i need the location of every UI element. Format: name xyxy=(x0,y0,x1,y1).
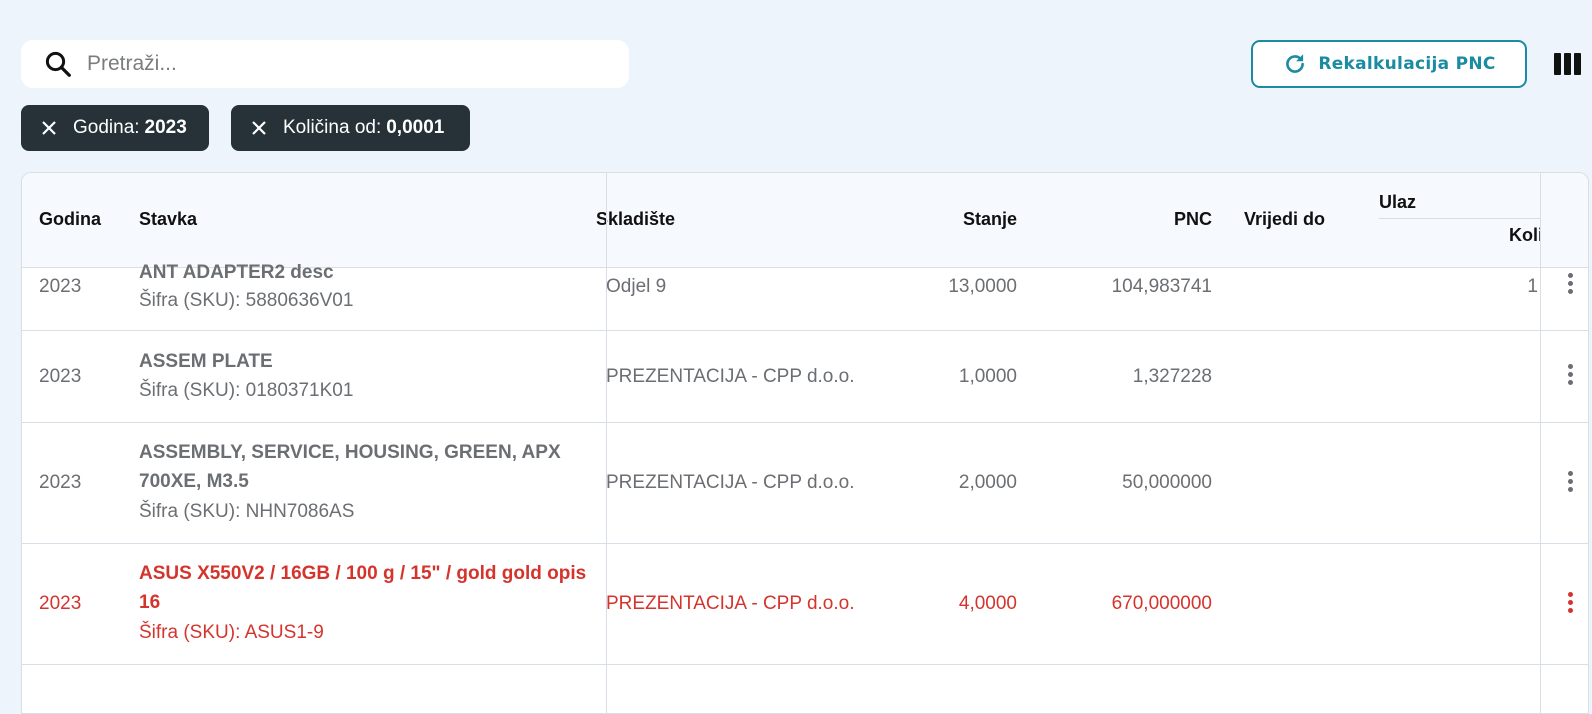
filter-chip-value: 0,0001 xyxy=(386,117,445,138)
cell-pnc: 1,327228 xyxy=(1132,366,1212,387)
table-row[interactable]: 2023 ANT ADAPTER2 desc Šifra (SKU): 5880… xyxy=(22,262,1588,331)
table-row[interactable]: 2023 ASUS X550V2 / 16GB / 100 g / 15" / … xyxy=(22,544,1588,665)
cell-stavka-name: ANT ADAPTER2 desc xyxy=(139,262,334,283)
row-menu-icon[interactable] xyxy=(1568,273,1574,294)
cell-godina: 2023 xyxy=(39,276,82,297)
cell-skladiste: PREZENTACIJA - CPP d.o.o. xyxy=(606,593,855,614)
cell-stavka-sku: Šifra (SKU): 0180371K01 xyxy=(139,380,354,401)
recalculate-pnc-label: Rekalkulacija PNC xyxy=(1318,54,1496,74)
cell-godina: 2023 xyxy=(39,366,82,387)
cell-stavka-sku: Šifra (SKU): NHN7086AS xyxy=(139,501,355,522)
filter-chip-value: 2023 xyxy=(144,117,187,138)
header-ulaz-kolicina[interactable]: Koli xyxy=(1509,225,1540,246)
cell-stavka-name: ASSEM PLATE xyxy=(139,351,273,372)
cell-stanje: 4,0000 xyxy=(958,593,1017,614)
header-ulaz: Ulaz xyxy=(1379,192,1417,212)
data-table: Godina Stavka Skladište Stanje PNC Vrije… xyxy=(21,172,1589,714)
search-icon xyxy=(45,51,71,77)
close-icon[interactable] xyxy=(39,118,59,138)
filter-chip-kolicina[interactable]: Količina od: 0,0001 xyxy=(231,105,470,151)
cell-skladiste: PREZENTACIJA - CPP d.o.o. xyxy=(606,472,855,493)
cell-godina: 2023 xyxy=(39,472,82,493)
cell-stavka-sku: Šifra (SKU): 5880636V01 xyxy=(139,290,354,311)
refresh-icon xyxy=(1286,54,1305,73)
header-stavka[interactable]: Stavka xyxy=(139,209,197,230)
header-stanje[interactable]: Stanje xyxy=(902,209,1017,230)
cell-stanje: 2,0000 xyxy=(958,472,1017,493)
cell-pnc: 104,983741 xyxy=(1111,276,1212,297)
row-menu-icon[interactable] xyxy=(1568,592,1574,613)
table-row[interactable]: 2023 ASSEMBLY, SERVICE, HOUSING, GREEN, … xyxy=(22,423,1588,544)
cell-stavka-sku: Šifra (SKU): ASUS1-9 xyxy=(139,622,324,643)
cell-stavka-name-line1: ASUS X550V2 / 16GB / 100 g / 15" / gold … xyxy=(139,563,587,584)
cell-skladiste: Odjel 9 xyxy=(606,276,667,297)
close-icon[interactable] xyxy=(249,118,269,138)
cell-stavka-name-line2: 16 xyxy=(139,592,161,613)
cell-stavka-name-line1: ASSEMBLY, SERVICE, HOUSING, GREEN, APX xyxy=(139,442,561,463)
search-box[interactable] xyxy=(21,40,629,88)
cell-godina: 2023 xyxy=(39,593,82,614)
cell-stavka-name-line2: 700XE, M3.5 xyxy=(139,471,249,492)
header-godina[interactable]: Godina xyxy=(39,209,101,230)
header-pnc[interactable]: PNC xyxy=(1102,209,1212,230)
cell-stanje: 1,0000 xyxy=(958,366,1017,387)
table-header: Godina Stavka Skladište Stanje PNC Vrije… xyxy=(22,173,1588,268)
cell-pnc: 50,000000 xyxy=(1122,472,1212,493)
filter-chip-label: Godina: xyxy=(73,117,140,138)
cell-skladiste: PREZENTACIJA - CPP d.o.o. xyxy=(606,366,855,387)
filter-chip-label: Količina od: xyxy=(283,117,382,138)
header-vrijedi-do[interactable]: Vrijedi do xyxy=(1244,209,1325,230)
header-skladiste[interactable]: Skladište xyxy=(596,209,675,230)
row-menu-icon[interactable] xyxy=(1568,471,1574,492)
row-menu-icon[interactable] xyxy=(1568,364,1574,385)
table-row[interactable]: 2023 ASSEM PLATE Šifra (SKU): 0180371K01… xyxy=(22,331,1588,423)
cell-ulaz-kolicina: 1 xyxy=(1527,276,1538,297)
cell-stanje: 13,0000 xyxy=(948,276,1017,297)
columns-icon[interactable] xyxy=(1554,53,1582,75)
header-group-divider xyxy=(1379,218,1540,219)
search-input[interactable] xyxy=(85,51,569,77)
filter-chip-godina[interactable]: Godina: 2023 xyxy=(21,105,209,151)
cell-pnc: 670,000000 xyxy=(1111,593,1212,614)
recalculate-pnc-button[interactable]: Rekalkulacija PNC xyxy=(1251,40,1527,88)
